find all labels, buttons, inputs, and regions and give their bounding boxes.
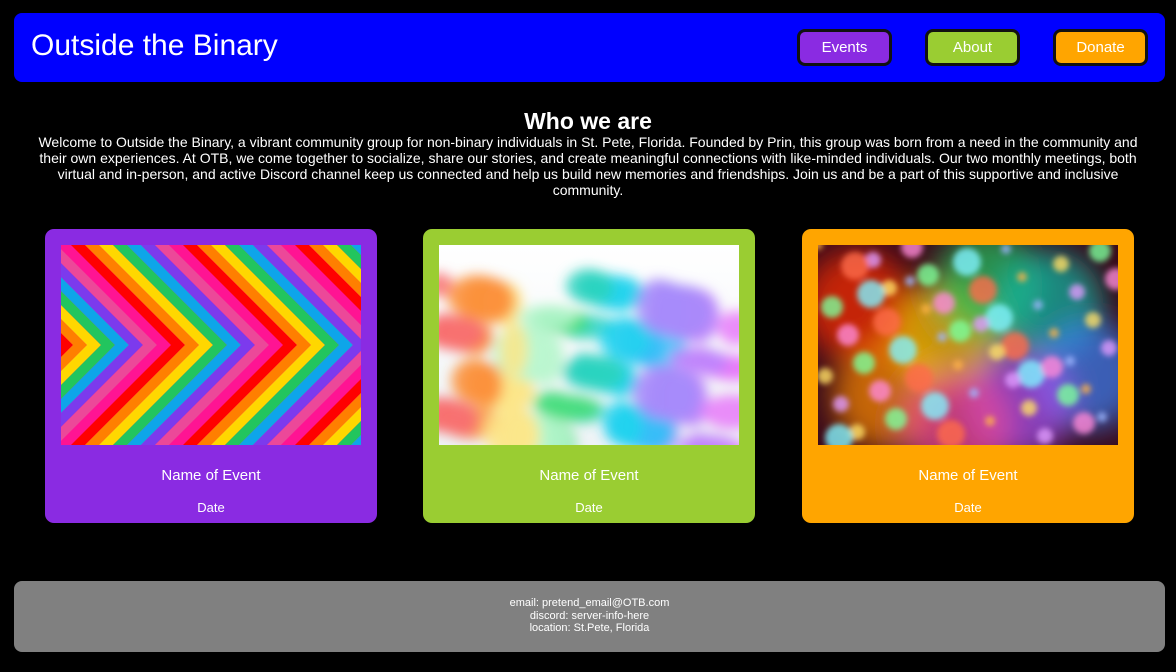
events-button[interactable]: Events [797, 29, 892, 66]
event-name: Name of Event [161, 467, 261, 484]
event-image-rainbow-stripes [61, 245, 361, 445]
event-date: Date [197, 500, 225, 515]
site-title: Outside the Binary [31, 29, 278, 62]
event-date: Date [575, 500, 603, 515]
event-card[interactable]: Name of Event Date [45, 229, 377, 523]
contact-discord: discord: server-info-here [529, 609, 650, 622]
donate-button[interactable]: Donate [1053, 29, 1148, 66]
contact-email: email: pretend_email@OTB.com [509, 597, 670, 609]
about-text: Welcome to Outside the Binary, a vibrant… [38, 134, 1138, 198]
event-name: Name of Event [918, 467, 1018, 484]
about-button[interactable]: About [925, 29, 1020, 66]
event-date: Date [954, 500, 982, 515]
event-image-rainbow-ink [439, 245, 739, 445]
site-header: Outside the Binary Events About Donate [14, 13, 1165, 82]
event-image-rainbow-bokeh [818, 245, 1118, 445]
event-card[interactable]: Name of Event Date [423, 229, 755, 523]
site-footer: email: pretend_email@OTB.com discord: se… [14, 581, 1165, 652]
about-heading: Who we are [524, 108, 652, 134]
contact-location: location: St.Pete, Florida [529, 622, 650, 634]
event-card[interactable]: Name of Event Date [802, 229, 1134, 523]
event-name: Name of Event [539, 467, 639, 484]
